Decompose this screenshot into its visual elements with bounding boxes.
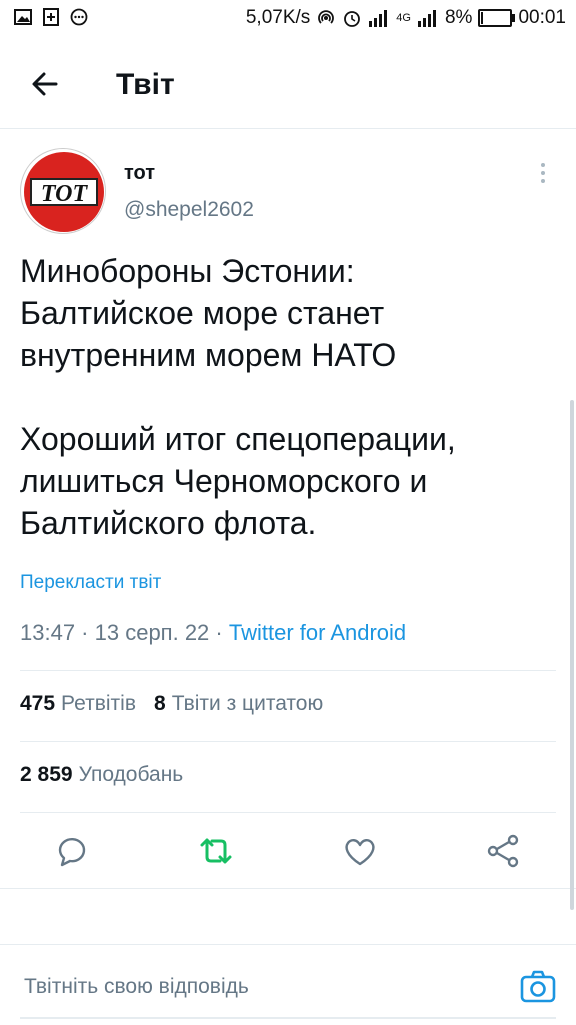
meta-separator: · <box>209 620 229 645</box>
plus-box-icon <box>43 8 59 26</box>
battery-percent: 8% <box>444 7 473 28</box>
like-icon[interactable] <box>340 831 380 871</box>
divider <box>20 741 556 742</box>
back-arrow-icon[interactable] <box>26 64 66 104</box>
tweet-actions <box>0 825 576 881</box>
retweet-icon[interactable] <box>196 831 236 871</box>
quotes-label: Твіти з цитатою <box>171 692 324 715</box>
reply-underline <box>20 1017 556 1019</box>
tweet-date: 13 серп. 22 <box>94 620 210 645</box>
divider <box>0 888 576 889</box>
meta-separator: · <box>75 620 95 645</box>
quotes-count: 8 <box>154 692 166 715</box>
tweet-text: Минобороны Эстонии: Балтийское море стан… <box>20 253 456 541</box>
signal-icon <box>369 10 388 27</box>
hotspot-icon <box>318 10 335 24</box>
likes-count: 2 859 <box>20 763 73 786</box>
status-right: 5,07K/s 4G 8% 00:01 <box>246 7 566 29</box>
divider <box>20 812 556 813</box>
alarm-icon <box>344 11 361 27</box>
gallery-icon <box>14 9 32 25</box>
signal-2-icon <box>417 10 436 27</box>
quotes-link[interactable]: 8 Твіти з цитатою <box>154 692 323 715</box>
reply-input[interactable]: Твітніть свою відповідь <box>24 975 249 999</box>
author-handle[interactable]: @shepel2602 <box>124 198 254 222</box>
reply-icon[interactable] <box>52 831 92 871</box>
camera-icon[interactable] <box>518 967 558 1007</box>
scrollbar[interactable] <box>570 400 574 910</box>
avatar-text: TOT <box>41 181 89 207</box>
retweets-link[interactable]: 475 Ретвітів <box>20 692 136 715</box>
clock: 00:01 <box>518 7 566 28</box>
likes-stats[interactable]: 2 859 Уподобань <box>20 763 183 787</box>
reply-bar: Твітніть свою відповідь <box>0 944 576 1025</box>
tweet-source-link[interactable]: Twitter for Android <box>229 620 406 645</box>
status-bar: 5,07K/s 4G 8% 00:01 <box>0 0 576 38</box>
network-type: 4G <box>396 12 411 24</box>
tweet-meta: 13:47 · 13 серп. 22 · Twitter for Androi… <box>20 620 406 646</box>
retweets-label: Ретвітів <box>61 692 136 715</box>
retweets-count: 475 <box>20 692 56 715</box>
app-bar: Твіт <box>0 38 576 129</box>
author-name[interactable]: тот <box>124 162 155 185</box>
more-vertical-icon[interactable] <box>536 160 550 190</box>
avatar-image: TOT <box>24 152 104 232</box>
status-left-icons <box>14 8 88 26</box>
tweet-time: 13:47 <box>20 620 76 645</box>
share-icon[interactable] <box>484 831 524 871</box>
translate-tweet-link[interactable]: Перекласти твіт <box>20 572 161 594</box>
avatar[interactable]: TOT <box>20 148 106 234</box>
page-title: Твіт <box>116 68 175 101</box>
retweet-stats: 475 Ретвітів 8 Твіти з цитатою <box>20 692 323 716</box>
battery-icon <box>478 9 516 27</box>
likes-label: Уподобань <box>78 763 184 786</box>
network-speed: 5,07K/s <box>245 7 311 28</box>
more-circle-icon <box>70 8 88 26</box>
divider <box>20 670 556 671</box>
